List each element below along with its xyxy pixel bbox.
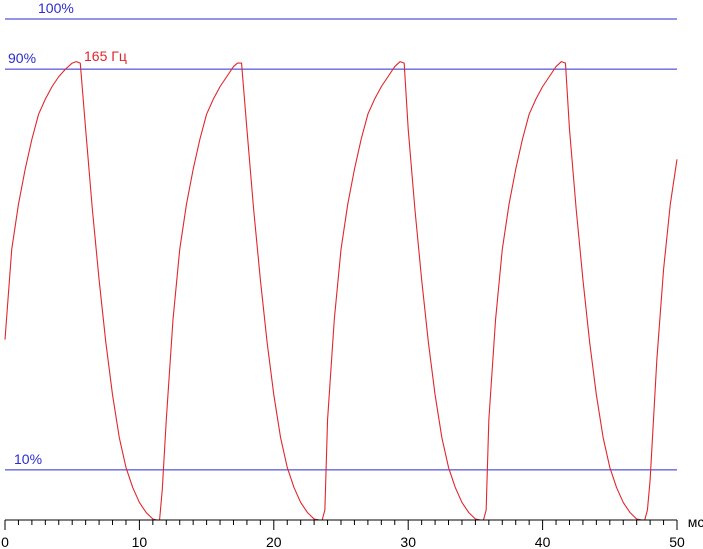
x-tick-label: 40: [535, 534, 551, 549]
reference-line-label-10: 10%: [14, 451, 42, 467]
chart-canvas: 100% 90% 10% 165 Гц мс 0 10 20 30 40 50: [1, 0, 703, 549]
x-axis: мс 0 10 20 30 40 50: [1, 514, 703, 549]
reference-line-label-100: 100%: [38, 0, 74, 16]
x-tick-label: 30: [400, 534, 416, 549]
x-tick-label: 50: [669, 534, 685, 549]
x-tick-label: 20: [266, 534, 282, 549]
series-line-0: [4, 61, 678, 521]
series-layer: 165 Гц: [4, 48, 678, 521]
x-tick-label: 10: [132, 534, 148, 549]
x-axis-unit: мс: [688, 514, 703, 530]
x-tick-label: 0: [1, 534, 9, 549]
reference-lines: 100% 90% 10%: [5, 0, 677, 471]
series-label-0: 165 Гц: [84, 48, 127, 64]
reference-line-label-90: 90%: [8, 50, 36, 66]
